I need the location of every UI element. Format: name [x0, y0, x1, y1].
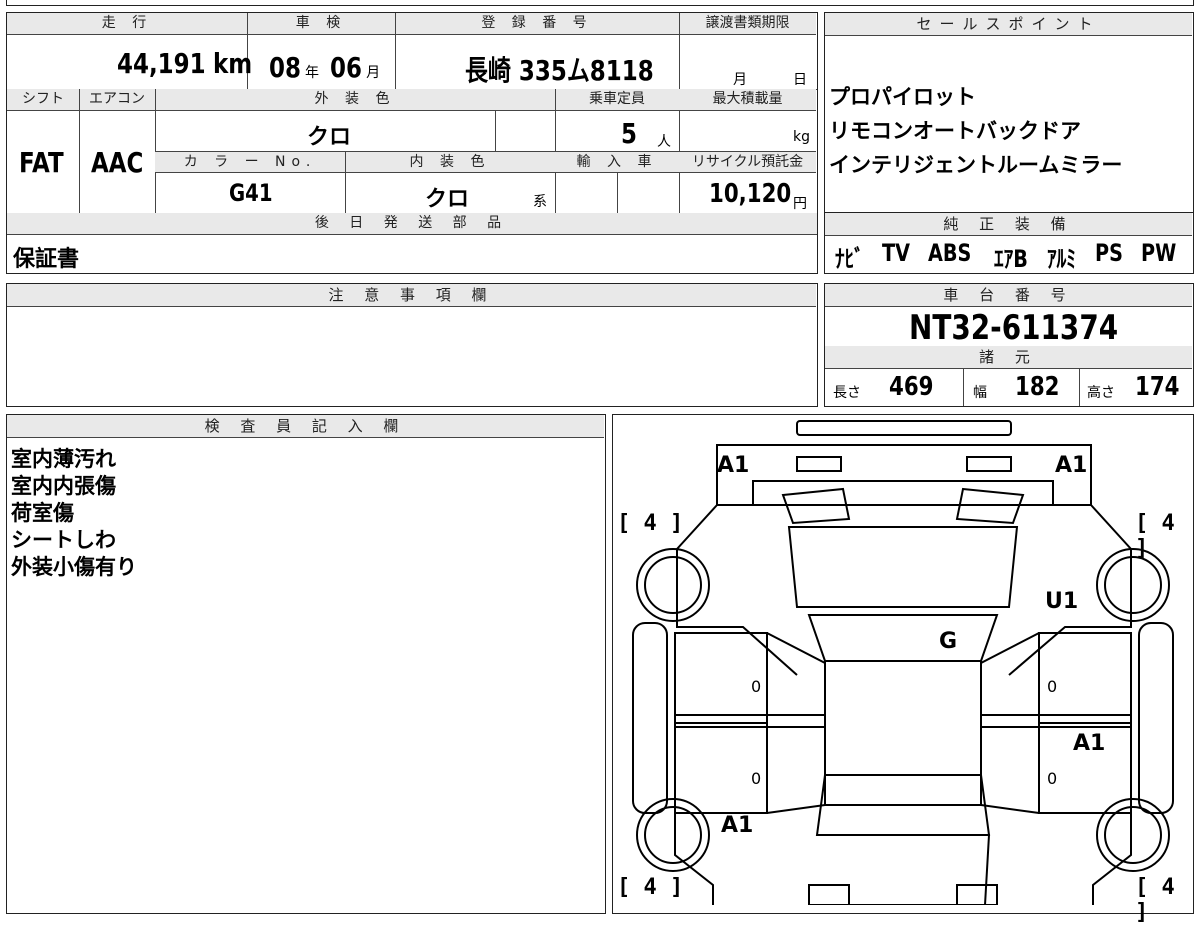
mark-door-rf: 0 — [1047, 677, 1058, 696]
mark-roof: G — [939, 629, 958, 654]
interior-suffix: 系 — [533, 194, 547, 210]
mark-front-left: A1 — [717, 453, 750, 478]
max-load-label: 最大積載量 — [679, 89, 816, 111]
inspector-line: 室内内張傷 — [11, 474, 116, 498]
sales-points-label: セールスポイント — [825, 13, 1192, 36]
transfer-day-unit: 日 — [793, 72, 807, 88]
tire-top-right: [ 4 ] — [1135, 511, 1175, 561]
max-load-unit: kg — [793, 129, 810, 145]
recycle-label: リサイクル預託金 — [679, 151, 816, 173]
chassis-label: 車 台 番 号 — [825, 284, 1192, 307]
mark-door-rr: 0 — [1047, 769, 1058, 788]
car-diagram-panel: A1 A1 U1 G A1 A1 0 0 0 0 [ 4 ] [ 4 ] [ 4… — [612, 414, 1194, 925]
mark-door-lr: 0 — [751, 769, 762, 788]
aircon-label: エアコン — [79, 89, 155, 111]
later-parts-value: 保証書 — [13, 247, 80, 272]
tire-bottom-right: [ 4 ] — [1135, 875, 1175, 925]
inspector-line: 外装小傷有り — [11, 555, 137, 579]
import-label: 輸 入 車 — [555, 151, 679, 173]
tire-top-left: [ 4 ] — [617, 511, 684, 536]
interior-value: クロ — [425, 187, 470, 212]
equipment-label: 純 正 装 備 — [825, 213, 1192, 236]
mileage-label: 走 行 — [7, 13, 247, 35]
equipment-item: PW — [1140, 239, 1177, 267]
height-label: 高さ — [1087, 385, 1115, 401]
chassis-panel: 車 台 番 号 NT32-611374 諸 元 長さ 469 幅 182 高さ … — [824, 283, 1194, 407]
shift-value: FAT — [19, 146, 64, 179]
equipment-item: TV — [882, 239, 911, 267]
sales-point-item: インテリジェントルームミラー — [829, 153, 1123, 177]
recycle-unit: 円 — [793, 196, 807, 212]
equipment-panel: 純 正 装 備 ﾅﾋﾞ TV ABS ｴｱB ｱﾙﾐ PS PW — [824, 212, 1194, 274]
mark-front-right: A1 — [1055, 453, 1088, 478]
registration-value: 長崎 335ム8118 — [465, 54, 654, 87]
length-label: 長さ — [833, 385, 861, 401]
chassis-value: NT32-611374 — [909, 308, 1119, 348]
transfer-label: 譲渡書類期限 — [679, 13, 816, 35]
equipment-list: ﾅﾋﾞ TV ABS ｴｱB ｱﾙﾐ PS PW — [835, 239, 1185, 274]
width-label: 幅 — [973, 385, 987, 401]
exterior-label: 外 装 色 — [155, 89, 555, 111]
aircon-value: AAC — [91, 146, 144, 179]
later-parts-label: 後 日 発 送 部 品 — [7, 213, 817, 235]
equipment-item: ABS — [928, 239, 972, 267]
mark-right-front-door: U1 — [1045, 589, 1079, 614]
color-no-label: カ ラ ー No. — [155, 151, 345, 173]
inspector-panel: 検 査 員 記 入 欄 室内薄汚れ 室内内張傷 荷室傷 シートしわ 外装小傷有り — [6, 414, 606, 914]
mark-door-lf: 0 — [751, 677, 762, 696]
color-no-value: G41 — [229, 179, 273, 207]
capacity-label: 乗車定員 — [555, 89, 679, 111]
shift-label: シフト — [7, 89, 79, 111]
sales-point-item: プロパイロット — [829, 85, 976, 109]
inspector-label: 検 査 員 記 入 欄 — [7, 415, 604, 438]
capacity-unit: 人 — [657, 134, 671, 150]
capacity-value: 5 — [621, 117, 637, 150]
specs-label: 諸 元 — [825, 346, 1192, 369]
top-strip — [6, 0, 1194, 6]
inspection-value: 08 年 06 月 — [269, 51, 381, 84]
width-value: 182 — [1015, 372, 1060, 402]
recycle-value: 10,120 — [709, 179, 792, 209]
inspector-line: 荷室傷 — [11, 501, 74, 525]
inspector-line: シートしわ — [11, 528, 116, 552]
equipment-item: ﾅﾋﾞ — [835, 245, 864, 273]
interior-label: 内 装 色 — [345, 151, 555, 173]
mark-right-rear: A1 — [1073, 731, 1106, 756]
car-diagram — [632, 420, 1174, 905]
equipment-item: PS — [1094, 239, 1123, 267]
transfer-month-unit: 月 — [733, 72, 747, 88]
notes-panel: 注 意 事 項 欄 — [6, 283, 818, 407]
length-value: 469 — [889, 372, 934, 402]
mileage-value: 44,191 km — [117, 47, 253, 80]
sales-points-panel: セールスポイント プロパイロット リモコンオートバックドア インテリジェントルー… — [824, 12, 1194, 214]
mileage-unit: km — [213, 47, 253, 80]
registration-label: 登 録 番 号 — [395, 13, 679, 35]
mark-left-rear: A1 — [721, 813, 754, 838]
notes-label: 注 意 事 項 欄 — [7, 284, 816, 307]
equipment-item: ｱﾙﾐ — [1047, 245, 1077, 273]
inspector-line: 室内薄汚れ — [11, 447, 116, 471]
inspection-label: 車 検 — [247, 13, 395, 35]
tire-bottom-left: [ 4 ] — [617, 875, 684, 900]
equipment-item: ｴｱB — [993, 245, 1028, 273]
height-value: 174 — [1135, 372, 1180, 402]
sales-point-item: リモコンオートバックドア — [829, 119, 1081, 143]
summary-panel: 走 行 車 検 登 録 番 号 譲渡書類期限 44,191 km 08 年 06 月 … — [6, 12, 818, 274]
exterior-value: クロ — [307, 125, 352, 150]
